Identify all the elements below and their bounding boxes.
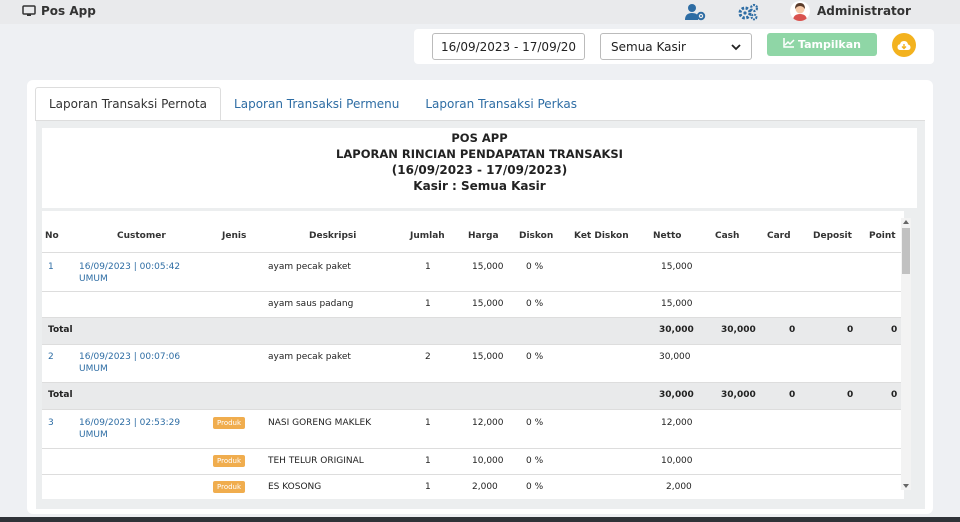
user-menu[interactable]: Administrator bbox=[790, 1, 911, 21]
table-row[interactable]: 2 16/09/2023 | 00:07:06 UMUM ayam pecak … bbox=[42, 344, 904, 382]
jenis-badge: Produk bbox=[213, 417, 246, 429]
report-tabs: Laporan Transaksi Pernota Laporan Transa… bbox=[35, 87, 590, 121]
col-deposit: Deposit bbox=[813, 231, 852, 241]
tab-transaksi-pernota[interactable]: Laporan Transaksi Pernota bbox=[35, 87, 222, 121]
avatar-icon bbox=[790, 1, 810, 21]
gears-icon[interactable] bbox=[737, 3, 759, 21]
col-diskon: Diskon bbox=[519, 231, 554, 241]
date-range-input[interactable] bbox=[432, 33, 585, 60]
col-jenis: Jenis bbox=[222, 231, 247, 241]
report-title: LAPORAN RINCIAN PENDAPATAN TRANSAKSI bbox=[336, 147, 623, 161]
col-no: No bbox=[45, 231, 59, 241]
filter-bar: Semua Kasir Tampilkan bbox=[414, 29, 934, 64]
show-button[interactable]: Tampilkan bbox=[767, 33, 877, 56]
monitor-icon bbox=[22, 5, 36, 17]
cloud-download-icon bbox=[897, 36, 911, 55]
col-jumlah: Jumlah bbox=[410, 231, 445, 241]
kasir-select-value: Semua Kasir bbox=[611, 39, 686, 54]
app-brand[interactable]: Pos App bbox=[22, 4, 96, 18]
jenis-badge: Produk bbox=[213, 455, 246, 467]
col-cash: Cash bbox=[715, 231, 740, 241]
table-row[interactable]: Produk ES KOSONG 1 2,000 0 % 2,000 bbox=[42, 474, 904, 499]
col-customer: Customer bbox=[117, 231, 166, 241]
chevron-down-icon bbox=[731, 40, 741, 54]
app-title: Pos App bbox=[41, 4, 96, 18]
line-chart-icon bbox=[783, 38, 795, 51]
table-total-row: Total 30,000 30,000 0 0 0 bbox=[42, 317, 904, 344]
user-settings-icon[interactable] bbox=[684, 3, 706, 21]
scroll-up-icon[interactable] bbox=[903, 220, 909, 224]
report-period: (16/09/2023 - 17/09/2023) bbox=[391, 163, 568, 177]
col-harga: Harga bbox=[468, 231, 499, 241]
col-card: Card bbox=[767, 231, 791, 241]
report-panel: POS APP LAPORAN RINCIAN PENDAPATAN TRANS… bbox=[36, 121, 925, 509]
table-row[interactable]: 3 16/09/2023 | 02:53:29 UMUM Produk NASI… bbox=[42, 409, 904, 448]
tab-transaksi-perkas[interactable]: Laporan Transaksi Perkas bbox=[412, 87, 590, 121]
scroll-down-icon[interactable] bbox=[903, 484, 909, 488]
table-scrollbar[interactable] bbox=[901, 218, 911, 490]
report-header: POS APP LAPORAN RINCIAN PENDAPATAN TRANS… bbox=[42, 128, 917, 208]
col-deskripsi: Deskripsi bbox=[309, 231, 357, 241]
report-kasir: Kasir : Semua Kasir bbox=[413, 179, 546, 193]
table-total-row: Total 30,000 30,000 0 0 0 bbox=[42, 382, 904, 409]
download-button[interactable] bbox=[892, 33, 916, 57]
jenis-badge: Produk bbox=[213, 481, 246, 493]
top-bar: Pos App Administrator bbox=[0, 0, 960, 24]
user-name: Administrator bbox=[817, 4, 911, 18]
report-card: Laporan Transaksi Pernota Laporan Transa… bbox=[27, 80, 933, 514]
table-row[interactable]: Produk TEH TELUR ORIGINAL 1 10,000 0 % 1… bbox=[42, 448, 904, 474]
table-row[interactable]: ayam saus padang 1 15,000 0 % 15,000 bbox=[42, 291, 904, 317]
col-netto: Netto bbox=[653, 231, 682, 241]
report-table[interactable]: No Customer Jenis Deskripsi Jumlah Harga… bbox=[42, 211, 904, 499]
col-ket-diskon: Ket Diskon bbox=[574, 231, 629, 241]
bottom-strip bbox=[0, 517, 960, 522]
tab-transaksi-permenu[interactable]: Laporan Transaksi Permenu bbox=[221, 87, 412, 121]
show-button-label: Tampilkan bbox=[798, 38, 861, 51]
report-company: POS APP bbox=[451, 131, 508, 145]
col-point: Point bbox=[869, 231, 896, 241]
table-row[interactable]: 1 16/09/2023 | 00:05:42 UMUM ayam pecak … bbox=[42, 252, 904, 291]
scroll-thumb[interactable] bbox=[902, 228, 910, 274]
kasir-select[interactable]: Semua Kasir bbox=[600, 33, 752, 60]
